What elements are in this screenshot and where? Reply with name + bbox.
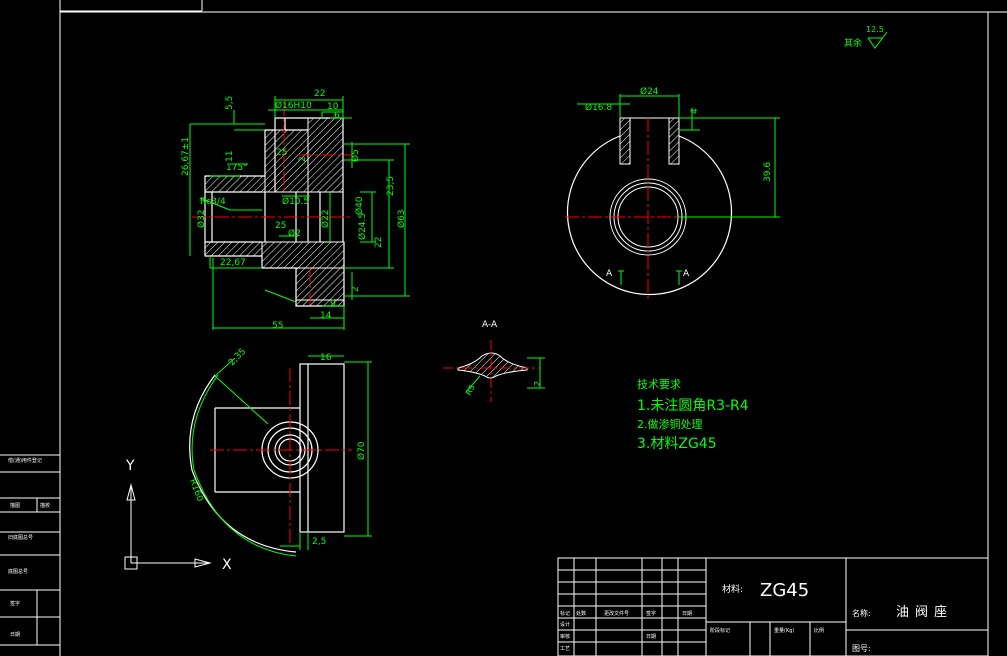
dim-phi63: Ø63 bbox=[396, 209, 407, 228]
dim-14: 14 bbox=[320, 311, 332, 321]
tech-req-title: 技术要求 bbox=[637, 378, 681, 391]
section-title-a-a: A-A bbox=[482, 320, 498, 330]
tb-material-value: ZG45 bbox=[760, 580, 809, 601]
surface-finish-label: 其余 bbox=[844, 37, 862, 49]
dim-phi5: Ø5 bbox=[350, 149, 361, 162]
dim-11: 11 bbox=[225, 151, 235, 162]
tb-name-value: 油阀座 bbox=[896, 605, 953, 620]
dim-phi70: Ø70 bbox=[356, 441, 367, 460]
tb-row-label: 处数 bbox=[576, 610, 586, 617]
section-label-a-left: A bbox=[606, 269, 613, 279]
dim-6: 6 bbox=[334, 111, 340, 121]
dim-175: 175° bbox=[226, 163, 248, 173]
cad-drawing-canvas[interactable]: 借(通)用件登记 描图 描校 旧底图总号 底图总号 签字 日期 5,5 22 Ø… bbox=[0, 0, 1007, 656]
dim-phi16h10: Ø16H10 bbox=[275, 100, 312, 111]
dim-26-67: 26,67±1 bbox=[181, 137, 191, 176]
tb-row-label: 签字 bbox=[646, 610, 656, 617]
dim-phi10-5: Ø10.5 bbox=[282, 196, 309, 207]
tech-req-line3: 3.材料ZG45 bbox=[637, 436, 717, 452]
dim-phi16-8: Ø16.8 bbox=[585, 102, 612, 113]
tb-design-label: 设计 bbox=[560, 621, 570, 628]
tb-material-label: 材料: bbox=[722, 583, 743, 595]
left-strip-item: 签字 bbox=[10, 600, 20, 607]
dim-2-left: 2 bbox=[298, 156, 308, 162]
dim-16: 16 bbox=[320, 353, 332, 363]
dim-phi2: Ø2 bbox=[288, 228, 301, 239]
tb-process-label: 工艺 bbox=[560, 646, 570, 652]
tb-weight-label: 重量(Kg) bbox=[774, 627, 794, 634]
tb-name-label: 名称: bbox=[852, 608, 871, 618]
dim-55: 55 bbox=[272, 321, 283, 331]
left-strip-item: 描图 bbox=[10, 502, 20, 509]
dim-phi40: Ø40 bbox=[354, 196, 365, 215]
tech-req-line2: 2.做渗铜处理 bbox=[637, 417, 703, 431]
dim-4: 4 bbox=[690, 108, 700, 114]
dim-25-ra1: 25 bbox=[276, 148, 287, 158]
dim-2-aa: 2 bbox=[533, 381, 542, 386]
tb-drawing-no-label: 图号: bbox=[852, 644, 871, 653]
tb-row-label: 更改文件号 bbox=[604, 610, 629, 617]
tb-stage-label: 阶段标记 bbox=[710, 627, 730, 634]
tb-check-label: 审核 bbox=[560, 633, 570, 640]
dim-22-top: 22 bbox=[314, 89, 325, 99]
dim-39-6: 39.6 bbox=[763, 162, 773, 182]
tb-date-label: 日期 bbox=[646, 634, 656, 640]
dim-22-right: 22 bbox=[374, 237, 384, 248]
tb-row-label: 日期 bbox=[682, 611, 692, 617]
dim-9: 9 bbox=[330, 299, 336, 309]
ucs-x-label: X bbox=[222, 557, 232, 573]
dim-23-5: 23,5 bbox=[386, 176, 396, 196]
tech-req-line1: 1.未注圆角R3-R4 bbox=[637, 398, 749, 414]
dim-phi24-5: Ø24.5 bbox=[357, 213, 368, 240]
left-strip-item: 日期 bbox=[10, 632, 20, 638]
dim-phi24: Ø24 bbox=[640, 86, 659, 97]
dim-rc34: Rc3/4 bbox=[200, 197, 226, 207]
left-strip-item: 描校 bbox=[40, 502, 50, 509]
dim-phi22: Ø22 bbox=[320, 209, 331, 228]
left-strip-item: 旧底图总号 bbox=[8, 534, 33, 541]
section-label-a-right: A bbox=[683, 269, 690, 279]
dim-phi32: Ø32 bbox=[196, 209, 207, 228]
left-strip-item: 底图总号 bbox=[8, 568, 28, 575]
tb-scale-label: 比例 bbox=[814, 627, 824, 634]
dim-2-5: 2,5 bbox=[312, 537, 326, 547]
tb-row-label: 标记 bbox=[560, 610, 570, 617]
ucs-y-label: Y bbox=[125, 458, 135, 474]
surface-finish-value: 12.5 bbox=[866, 25, 884, 34]
dim-22-67: 22,67 bbox=[220, 258, 246, 268]
dim-25-ra2: 25 bbox=[275, 221, 286, 231]
dim-5-5: 5,5 bbox=[225, 96, 235, 110]
left-strip-item: 借(通)用件登记 bbox=[8, 457, 42, 464]
dim-2-right: 2 bbox=[351, 286, 361, 292]
